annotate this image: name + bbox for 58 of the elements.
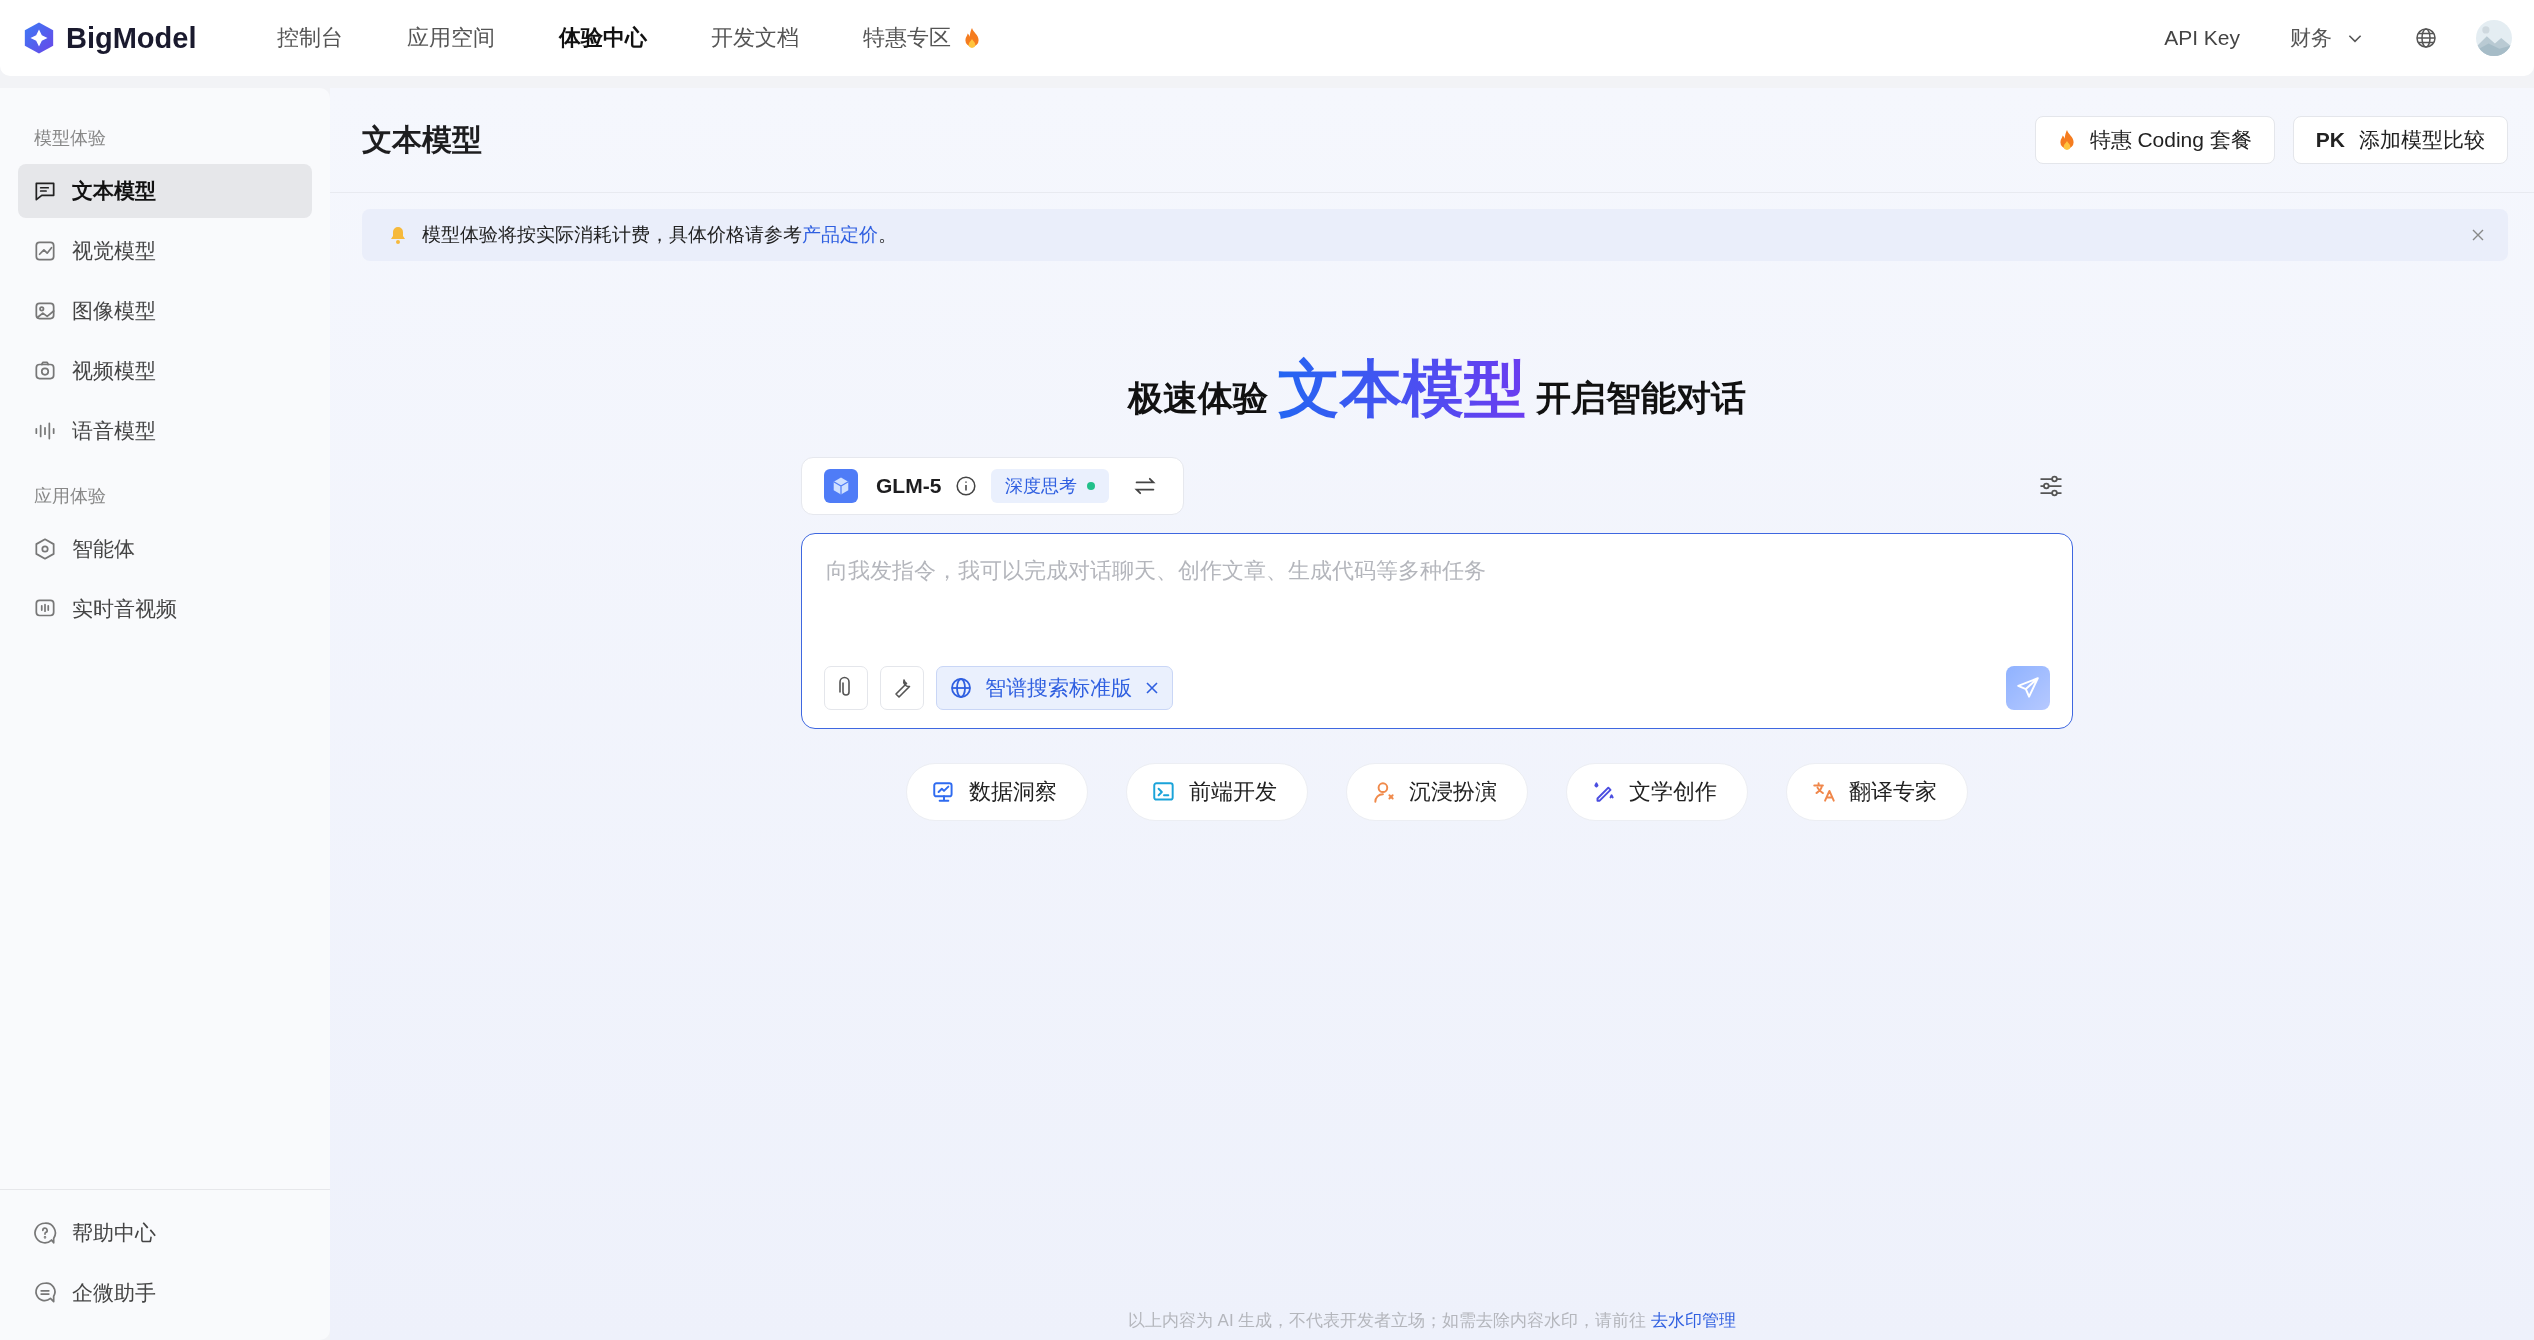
sidebar-item[interactable]: 文本模型 bbox=[18, 164, 312, 218]
logo-text[interactable]: BigModel bbox=[66, 21, 197, 55]
globe-icon bbox=[949, 676, 973, 700]
shortcut-chip[interactable]: 沉浸扮演 bbox=[1346, 763, 1528, 821]
translate-icon bbox=[1811, 779, 1837, 805]
deep-thinking-toggle[interactable]: 深度思考 bbox=[991, 469, 1110, 503]
attach-button[interactable] bbox=[824, 666, 868, 710]
model-selector[interactable]: GLM-5 深度思考 bbox=[801, 457, 1185, 515]
section-title: 模型体验 bbox=[33, 127, 107, 150]
coding-plan-button[interactable]: 特惠 Coding 套餐 bbox=[2034, 116, 2275, 164]
sidebar-item[interactable]: 智能体 bbox=[18, 522, 312, 576]
info-icon[interactable] bbox=[955, 475, 978, 497]
chart-icon bbox=[32, 238, 58, 264]
sidebar-item[interactable]: 帮助中心 bbox=[18, 1206, 312, 1260]
bell-icon bbox=[388, 225, 408, 245]
nav-link[interactable]: 应用空间 bbox=[407, 23, 495, 53]
model-name: GLM-5 bbox=[876, 474, 942, 498]
nav-link[interactable]: 控制台 bbox=[277, 23, 343, 53]
globe-icon[interactable] bbox=[2414, 26, 2438, 50]
tag-label: 智谱搜索标准版 bbox=[985, 675, 1132, 701]
person-icon bbox=[1371, 779, 1397, 805]
hexagon-icon bbox=[32, 536, 58, 562]
shortcut-chip[interactable]: 数据洞察 bbox=[906, 763, 1088, 821]
sidebar-item[interactable]: 视觉模型 bbox=[18, 224, 312, 278]
hero-text: 开启智能对话 bbox=[1536, 377, 1746, 419]
nav-link[interactable]: 特惠专区 bbox=[863, 23, 951, 53]
shortcut-chip[interactable]: 文学创作 bbox=[1566, 763, 1748, 821]
pricing-link[interactable]: 产品定价 bbox=[802, 224, 878, 245]
section-title: 应用体验 bbox=[33, 485, 107, 508]
sidebar-item[interactable]: 语音模型 bbox=[18, 404, 312, 458]
watermark-link[interactable]: 去水印管理 bbox=[1651, 1311, 1737, 1330]
finance-menu[interactable]: 财务 bbox=[2290, 24, 2364, 52]
prompt-box[interactable]: 向我发指令，我可以完成对话聊天、创作文章、生成代码等多种任务 智谱搜索标准版 bbox=[801, 533, 2073, 729]
page-title: 文本模型 bbox=[362, 121, 482, 158]
prompt-field[interactable]: 向我发指令，我可以完成对话聊天、创作文章、生成代码等多种任务 bbox=[824, 554, 2050, 666]
search-tool-tag[interactable]: 智谱搜索标准版 bbox=[936, 666, 1173, 710]
help-icon bbox=[32, 1220, 58, 1246]
compare-button[interactable]: PK 添加模型比较 bbox=[2292, 116, 2508, 164]
tools-button[interactable] bbox=[880, 666, 924, 710]
hero-text: 极速体验 bbox=[1128, 377, 1268, 419]
sidebar-item[interactable]: 企微助手 bbox=[18, 1266, 312, 1320]
shortcut-chip[interactable]: 翻译专家 bbox=[1786, 763, 1968, 821]
cube-icon bbox=[824, 469, 858, 503]
nav-link[interactable]: 体验中心 bbox=[559, 23, 647, 53]
sidebar-item[interactable]: 实时音视频 bbox=[18, 582, 312, 636]
sidebar-item[interactable]: 图像模型 bbox=[18, 284, 312, 338]
notice-text: 模型体验将按实际消耗计费，具体价格请参考产品定价。 bbox=[422, 223, 898, 247]
send-icon bbox=[2015, 675, 2041, 701]
close-icon[interactable] bbox=[1144, 680, 1160, 696]
flame-icon bbox=[2057, 129, 2076, 151]
disclaimer-text: 以上内容为 AI 生成，不代表开发者立场；如需去除内容水印，请前往 去水印管理 bbox=[1126, 1310, 1738, 1332]
sidebar-item[interactable]: 视频模型 bbox=[18, 344, 312, 398]
logo-icon bbox=[22, 21, 56, 55]
shortcut-chip[interactable]: 前端开发 bbox=[1126, 763, 1308, 821]
pen-icon bbox=[1591, 779, 1617, 805]
nav-link[interactable]: 开发文档 bbox=[711, 23, 799, 53]
close-icon[interactable] bbox=[2470, 227, 2486, 243]
api-key-link[interactable]: API Key bbox=[2164, 26, 2240, 50]
